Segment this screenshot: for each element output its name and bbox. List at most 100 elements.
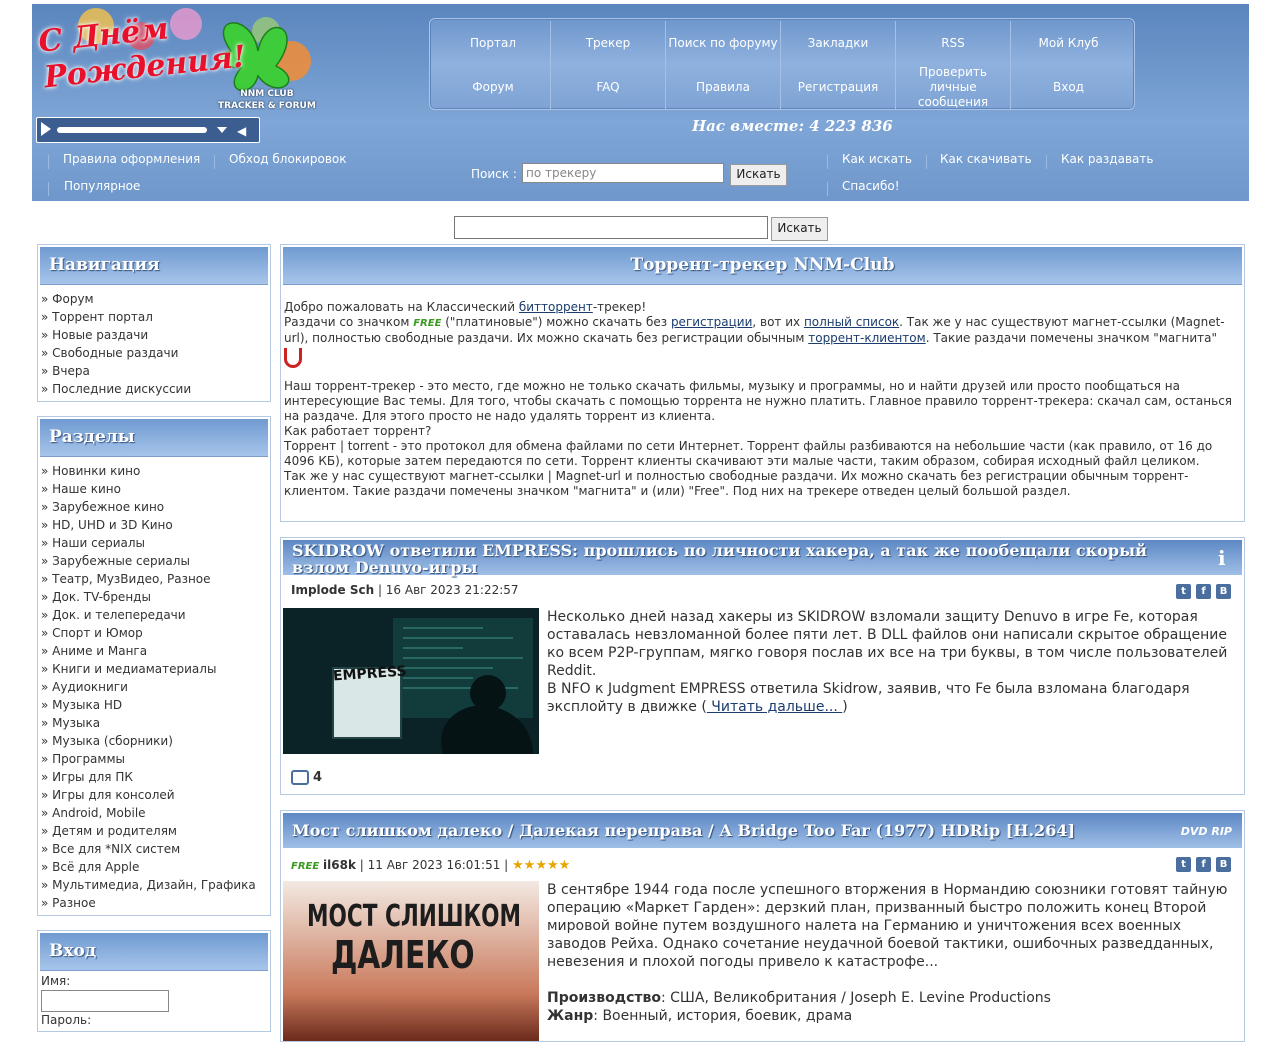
menu-item-bookmarks[interactable]: Закладки: [781, 21, 896, 65]
nav-item-new-releases[interactable]: » Новые раздачи: [41, 326, 191, 344]
divider: [926, 155, 927, 169]
read-more-link[interactable]: Читать дальше...: [707, 699, 842, 715]
search-button[interactable]: Искать: [730, 164, 787, 186]
section-item[interactable]: » Разное: [41, 894, 256, 912]
link-design-rules[interactable]: Правила оформления: [63, 152, 200, 166]
twitter-icon[interactable]: t: [1176, 584, 1191, 599]
progress-slider[interactable]: [57, 127, 207, 133]
poster-title-line2: ДАЛЕКО: [331, 933, 475, 977]
navigation-list: » Форум » Торрент портал » Новые раздачи…: [41, 290, 191, 398]
site-search-input[interactable]: [454, 216, 768, 239]
nav-item-forum[interactable]: » Форум: [41, 290, 191, 308]
sections-list: » Новинки кино » Наше кино » Зарубежное …: [41, 462, 256, 912]
section-item[interactable]: » Зарубежное кино: [41, 498, 256, 516]
menu-item-rules[interactable]: Правила: [666, 65, 781, 109]
chevron-down-icon[interactable]: [217, 127, 227, 133]
link-torrent-client[interactable]: торрент-клиентом: [808, 331, 925, 345]
section-item[interactable]: » Android, Mobile: [41, 804, 256, 822]
play-icon[interactable]: [41, 122, 51, 136]
section-item[interactable]: » Игры для консолей: [41, 786, 256, 804]
link-bittorrent[interactable]: битторрент: [519, 300, 593, 314]
menu-item-forum-search[interactable]: Поиск по форуму: [666, 21, 781, 65]
link-how-seed[interactable]: Как раздавать: [1061, 152, 1153, 166]
section-item[interactable]: » Театр, МузВидео, Разное: [41, 570, 256, 588]
section-item[interactable]: » Музыка HD: [41, 696, 256, 714]
section-item[interactable]: » Музыка: [41, 714, 256, 732]
menu-item-check-messages[interactable]: Проверить личные сообщения: [896, 65, 1011, 109]
menu-item-faq[interactable]: FAQ: [551, 65, 666, 109]
nav-item-latest-discussions[interactable]: » Последние дискуссии: [41, 380, 191, 398]
link-full-list[interactable]: полный список: [804, 315, 899, 329]
navigation-box: Навигация » Форум » Торрент портал » Нов…: [37, 244, 271, 402]
section-item[interactable]: » Игры для ПК: [41, 768, 256, 786]
news-author[interactable]: Implode Sch: [291, 583, 374, 597]
menu-item-forum[interactable]: Форум: [436, 65, 551, 109]
news-title[interactable]: SKIDROW ответили EMPRESS: прошлись по ли…: [292, 542, 1194, 576]
section-item[interactable]: » Всё для Apple: [41, 858, 256, 876]
section-item[interactable]: » Аниме и Манга: [41, 642, 256, 660]
news-author[interactable]: il68k: [323, 858, 356, 872]
news-body: Несколько дней назад хакеры из SKIDROW в…: [547, 609, 1228, 715]
section-item[interactable]: » Док. TV-бренды: [41, 588, 256, 606]
free-icon: FREE: [413, 318, 442, 329]
main-menu: Портал Трекер Поиск по форуму Закладки R…: [429, 18, 1135, 110]
username-input[interactable]: [41, 990, 169, 1012]
divider: [1046, 155, 1047, 169]
link-popular[interactable]: Популярное: [64, 179, 140, 193]
speaker-icon[interactable]: ◀: [237, 124, 246, 138]
link-how-download[interactable]: Как скачивать: [940, 152, 1032, 166]
link-registration[interactable]: регистрации: [671, 315, 752, 329]
menu-item-registration[interactable]: Регистрация: [781, 65, 896, 109]
section-item[interactable]: » Наше кино: [41, 480, 256, 498]
menu-item-portal[interactable]: Портал: [436, 21, 551, 65]
members-count: Нас вместе: 4 223 836: [692, 117, 893, 135]
section-item[interactable]: » Док. и телепередачи: [41, 606, 256, 624]
section-item[interactable]: » Книги и медиаматериалы: [41, 660, 256, 678]
navigation-title: Навигация: [49, 255, 160, 275]
vk-icon[interactable]: B: [1216, 584, 1231, 599]
comments-count[interactable]: 4: [291, 770, 322, 785]
sections-box: Разделы » Новинки кино » Наше кино » Зар…: [37, 416, 271, 916]
login-box: Вход Имя: Пароль:: [37, 930, 271, 1032]
magnet-icon: [284, 348, 302, 368]
free-icon: FREE: [291, 861, 320, 872]
nav-item-torrent-portal[interactable]: » Торрент портал: [41, 308, 191, 326]
section-item[interactable]: » Музыка (сборники): [41, 732, 256, 750]
tracker-search-input[interactable]: по трекеру: [522, 163, 724, 183]
menu-item-tracker[interactable]: Трекер: [551, 21, 666, 65]
twitter-icon[interactable]: t: [1176, 857, 1191, 872]
nav-item-yesterday[interactable]: » Вчера: [41, 362, 191, 380]
link-how-search[interactable]: Как искать: [842, 152, 912, 166]
section-item[interactable]: » Программы: [41, 750, 256, 768]
logo-subtitle: NNM CLUB TRACKER & FORUM: [218, 89, 316, 111]
section-item[interactable]: » Наши сериалы: [41, 534, 256, 552]
section-item[interactable]: » Мультимедиа, Дизайн, Графика: [41, 876, 256, 894]
menu-item-my-club[interactable]: Мой Клуб: [1011, 21, 1126, 65]
section-item[interactable]: » Все для *NIX систем: [41, 840, 256, 858]
news-title[interactable]: Мост слишком далеко / Далекая переправа …: [292, 822, 1194, 839]
nav-item-free-releases[interactable]: » Свободные раздачи: [41, 344, 191, 362]
menu-item-login[interactable]: Вход: [1011, 65, 1126, 109]
sections-header: Разделы: [40, 419, 268, 457]
menu-item-rss[interactable]: RSS: [896, 21, 1011, 65]
section-item[interactable]: » Зарубежные сериалы: [41, 552, 256, 570]
intro-text: Добро пожаловать на Классический битторр…: [284, 300, 1233, 498]
news-item: SKIDROW ответили EMPRESS: прошлись по ли…: [280, 537, 1245, 795]
site-logo[interactable]: С Днём Рождения! NNM CLUB TRACKER & FORU…: [36, 6, 316, 116]
link-bypass-blocking[interactable]: Обход блокировок: [229, 152, 346, 166]
news-meta: FREE il68k | 11 Авг 2023 16:01:51 | ★★★★…: [291, 858, 571, 873]
facebook-icon[interactable]: f: [1196, 857, 1211, 872]
audio-player[interactable]: ◀: [36, 117, 260, 143]
section-item[interactable]: » Аудиокниги: [41, 678, 256, 696]
vk-icon[interactable]: B: [1216, 857, 1231, 872]
section-item[interactable]: » HD, UHD и 3D Кино: [41, 516, 256, 534]
facebook-icon[interactable]: f: [1196, 584, 1211, 599]
section-item[interactable]: » Детям и родителям: [41, 822, 256, 840]
intro-box: Торрент-трекер NNM-Club Добро пожаловать…: [280, 244, 1245, 522]
info-icon[interactable]: i: [1218, 546, 1228, 570]
section-item[interactable]: » Новинки кино: [41, 462, 256, 480]
site-search-button[interactable]: Искать: [771, 217, 828, 241]
section-item[interactable]: » Спорт и Юмор: [41, 624, 256, 642]
link-thanks[interactable]: Спасибо!: [842, 179, 900, 193]
poster-title-line1: МОСТ СЛИШКОМ: [307, 899, 522, 934]
